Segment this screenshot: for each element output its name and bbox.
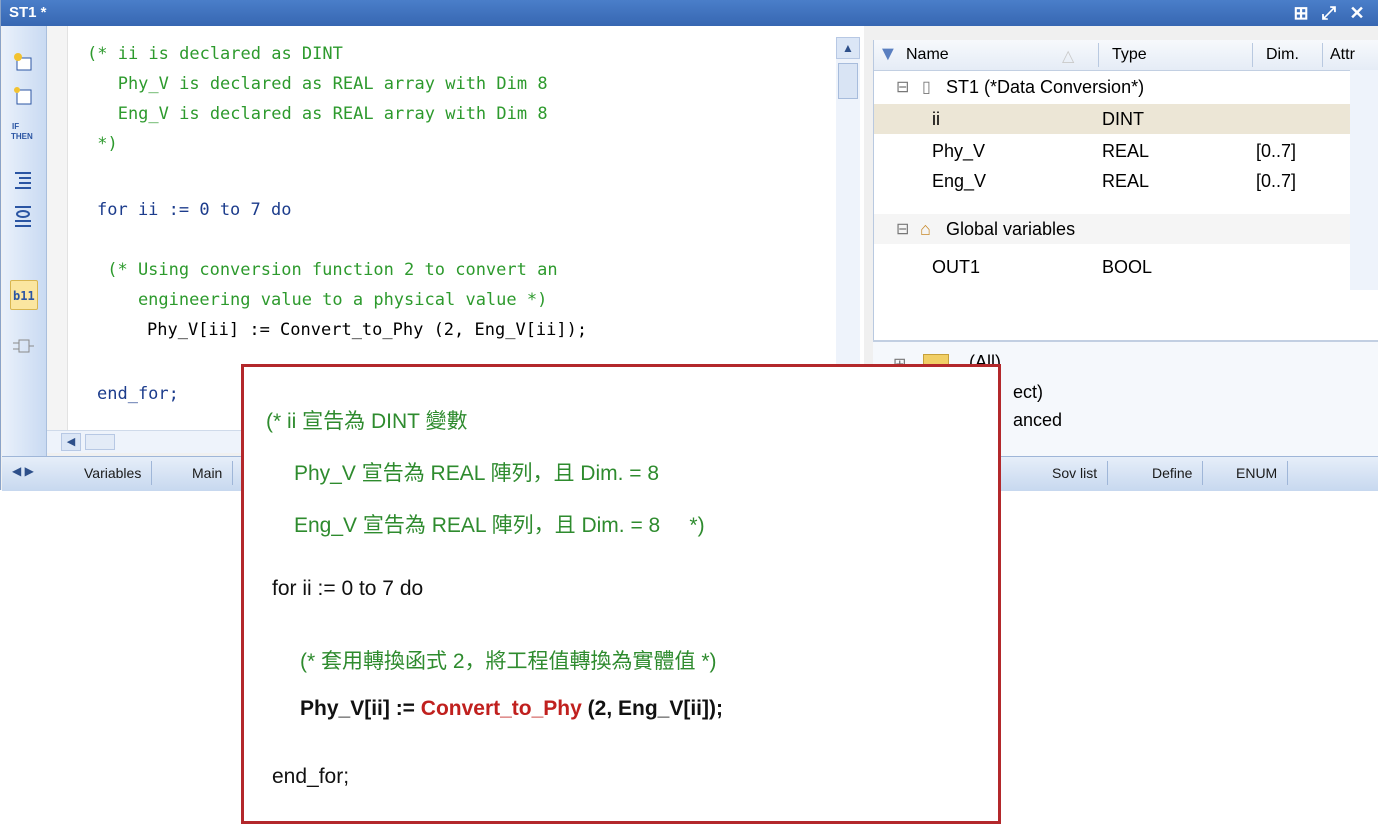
column-attr[interactable]: Attr — [1330, 46, 1355, 64]
tab-nav-arrows-icon[interactable]: ◀ ▶ — [12, 464, 34, 478]
code-line-6[interactable]: (* Using conversion function 2 to conver… — [97, 258, 557, 282]
variables-table-header: ▼ Name △ Type Dim. Attr — [874, 40, 1378, 71]
table-row[interactable]: Phy_V REAL [0..7] — [874, 136, 1350, 166]
editor-gutter — [47, 26, 68, 430]
var-type: REAL — [1102, 141, 1150, 161]
code-line-4[interactable]: *) — [87, 132, 117, 156]
table-row[interactable]: Eng_V REAL [0..7] — [874, 166, 1350, 196]
column-dim[interactable]: Dim. — [1266, 46, 1299, 64]
outdent-icon[interactable] — [10, 202, 36, 230]
overlay-line-7: end_for; — [272, 765, 350, 788]
group-item-project[interactable]: ect) — [1013, 382, 1043, 403]
variables-vertical-scrollbar[interactable] — [1350, 70, 1378, 290]
close-icon[interactable]: ✕ — [1347, 3, 1367, 23]
code-line-7[interactable]: engineering value to a physical value *) — [97, 288, 547, 312]
var-name: ii — [932, 109, 940, 129]
tab-main[interactable]: Main — [182, 461, 234, 485]
column-type[interactable]: Type — [1112, 46, 1147, 64]
home-icon: ⌂ — [920, 219, 931, 239]
var-dim: [0..7] — [1256, 141, 1297, 161]
overlay-line-6-right: (2, Eng_V[ii]); — [581, 697, 723, 720]
insert-rung-icon[interactable] — [10, 48, 36, 76]
table-row[interactable]: ii DINT — [874, 104, 1350, 134]
code-line-9[interactable]: end_for; — [97, 382, 179, 406]
scroll-thumb[interactable] — [838, 63, 858, 99]
overlay-line-6-func: Convert_to_Phy — [420, 697, 582, 720]
svg-text:IF: IF — [12, 122, 19, 131]
tab-enum[interactable]: ENUM — [1226, 461, 1289, 485]
var-name: Phy_V — [932, 141, 986, 161]
column-name[interactable]: Name — [906, 46, 949, 64]
var-type: DINT — [1102, 109, 1144, 129]
title-bar: ST1 * ⊞ ⤢ ✕ — [1, 0, 1378, 26]
bit-toggle-icon[interactable]: b11 — [10, 280, 38, 310]
tab-sov-list[interactable]: Sov list — [1042, 461, 1109, 485]
insert-block-icon[interactable] — [10, 82, 36, 110]
variables-panel: ▼ Name △ Type Dim. Attr ⊟ ▯ ST1 (*Data C… — [873, 40, 1378, 340]
var-type: BOOL — [1102, 257, 1153, 277]
overlay-line-5: (* 套用轉換函式 2，將工程值轉換為實體值 *) — [300, 650, 717, 673]
group-row-global[interactable]: ⊟ ⌂ Global variables — [874, 214, 1350, 244]
collapse-icon[interactable]: ⊟ — [896, 77, 909, 97]
code-line-1[interactable]: (* ii is declared as DINT — [87, 42, 343, 66]
group-label: Global variables — [946, 219, 1076, 239]
translation-overlay: (* ii 宣告為 DINT 變數 Phy_V 宣告為 REAL 陣列，且 Di… — [241, 364, 1001, 824]
collapse-icon[interactable]: ⊟ — [896, 219, 909, 239]
var-type: REAL — [1102, 171, 1150, 191]
overlay-line-6-left: Phy_V[ii] := — [300, 697, 421, 720]
group-label: ST1 (*Data Conversion*) — [946, 77, 1145, 97]
window-title: ST1 * — [9, 4, 47, 21]
code-line-5[interactable]: for ii := 0 to 7 do — [97, 198, 291, 222]
function-block-icon[interactable] — [10, 332, 36, 360]
overlay-line-2: Phy_V 宣告為 REAL 陣列，且 Dim. = 8 — [294, 462, 660, 485]
if-then-icon[interactable]: IF THEN — [10, 116, 36, 144]
group-item-advanced[interactable]: anced — [1013, 410, 1062, 431]
indent-icon[interactable] — [10, 166, 36, 194]
code-line-8[interactable]: Phy_V[ii] := Convert_to_Phy (2, Eng_V[ii… — [147, 318, 587, 342]
scroll-left-icon[interactable]: ◀ — [61, 433, 81, 451]
tab-define[interactable]: Define — [1142, 461, 1204, 485]
code-line-2[interactable]: Phy_V is declared as REAL array with Dim… — [87, 72, 548, 96]
svg-text:THEN: THEN — [11, 132, 33, 141]
filter-icon[interactable]: ▼ — [878, 43, 898, 66]
overlay-line-3: Eng_V 宣告為 REAL 陣列，且 Dim. = 8 *) — [294, 514, 705, 537]
maximize-icon[interactable]: ⤢ — [1319, 3, 1339, 23]
var-dim: [0..7] — [1256, 171, 1297, 191]
overlay-line-1: (* ii 宣告為 DINT 變數 — [266, 410, 468, 433]
overlay-line-4: for ii := 0 to 7 do — [272, 577, 424, 600]
scroll-thumb-horizontal[interactable] — [85, 434, 115, 450]
code-line-3[interactable]: Eng_V is declared as REAL array with Dim… — [87, 102, 548, 126]
tile-icon[interactable]: ⊞ — [1291, 3, 1311, 23]
overlay-line-6: Phy_V[ii] := Convert_to_Phy (2, Eng_V[ii… — [300, 697, 723, 721]
document-icon: ▯ — [922, 79, 931, 96]
table-row[interactable]: OUT1 BOOL — [874, 252, 1350, 282]
svg-text:b11: b11 — [13, 289, 35, 303]
var-name: Eng_V — [932, 171, 987, 191]
scroll-up-icon[interactable]: ▲ — [836, 37, 860, 59]
var-name: OUT1 — [932, 257, 981, 277]
left-toolbar: IF THEN b11 — [2, 26, 47, 456]
tab-variables[interactable]: Variables — [74, 461, 153, 485]
sort-asc-icon: △ — [1062, 48, 1075, 65]
group-row-st1[interactable]: ⊟ ▯ ST1 (*Data Conversion*) — [874, 72, 1350, 102]
